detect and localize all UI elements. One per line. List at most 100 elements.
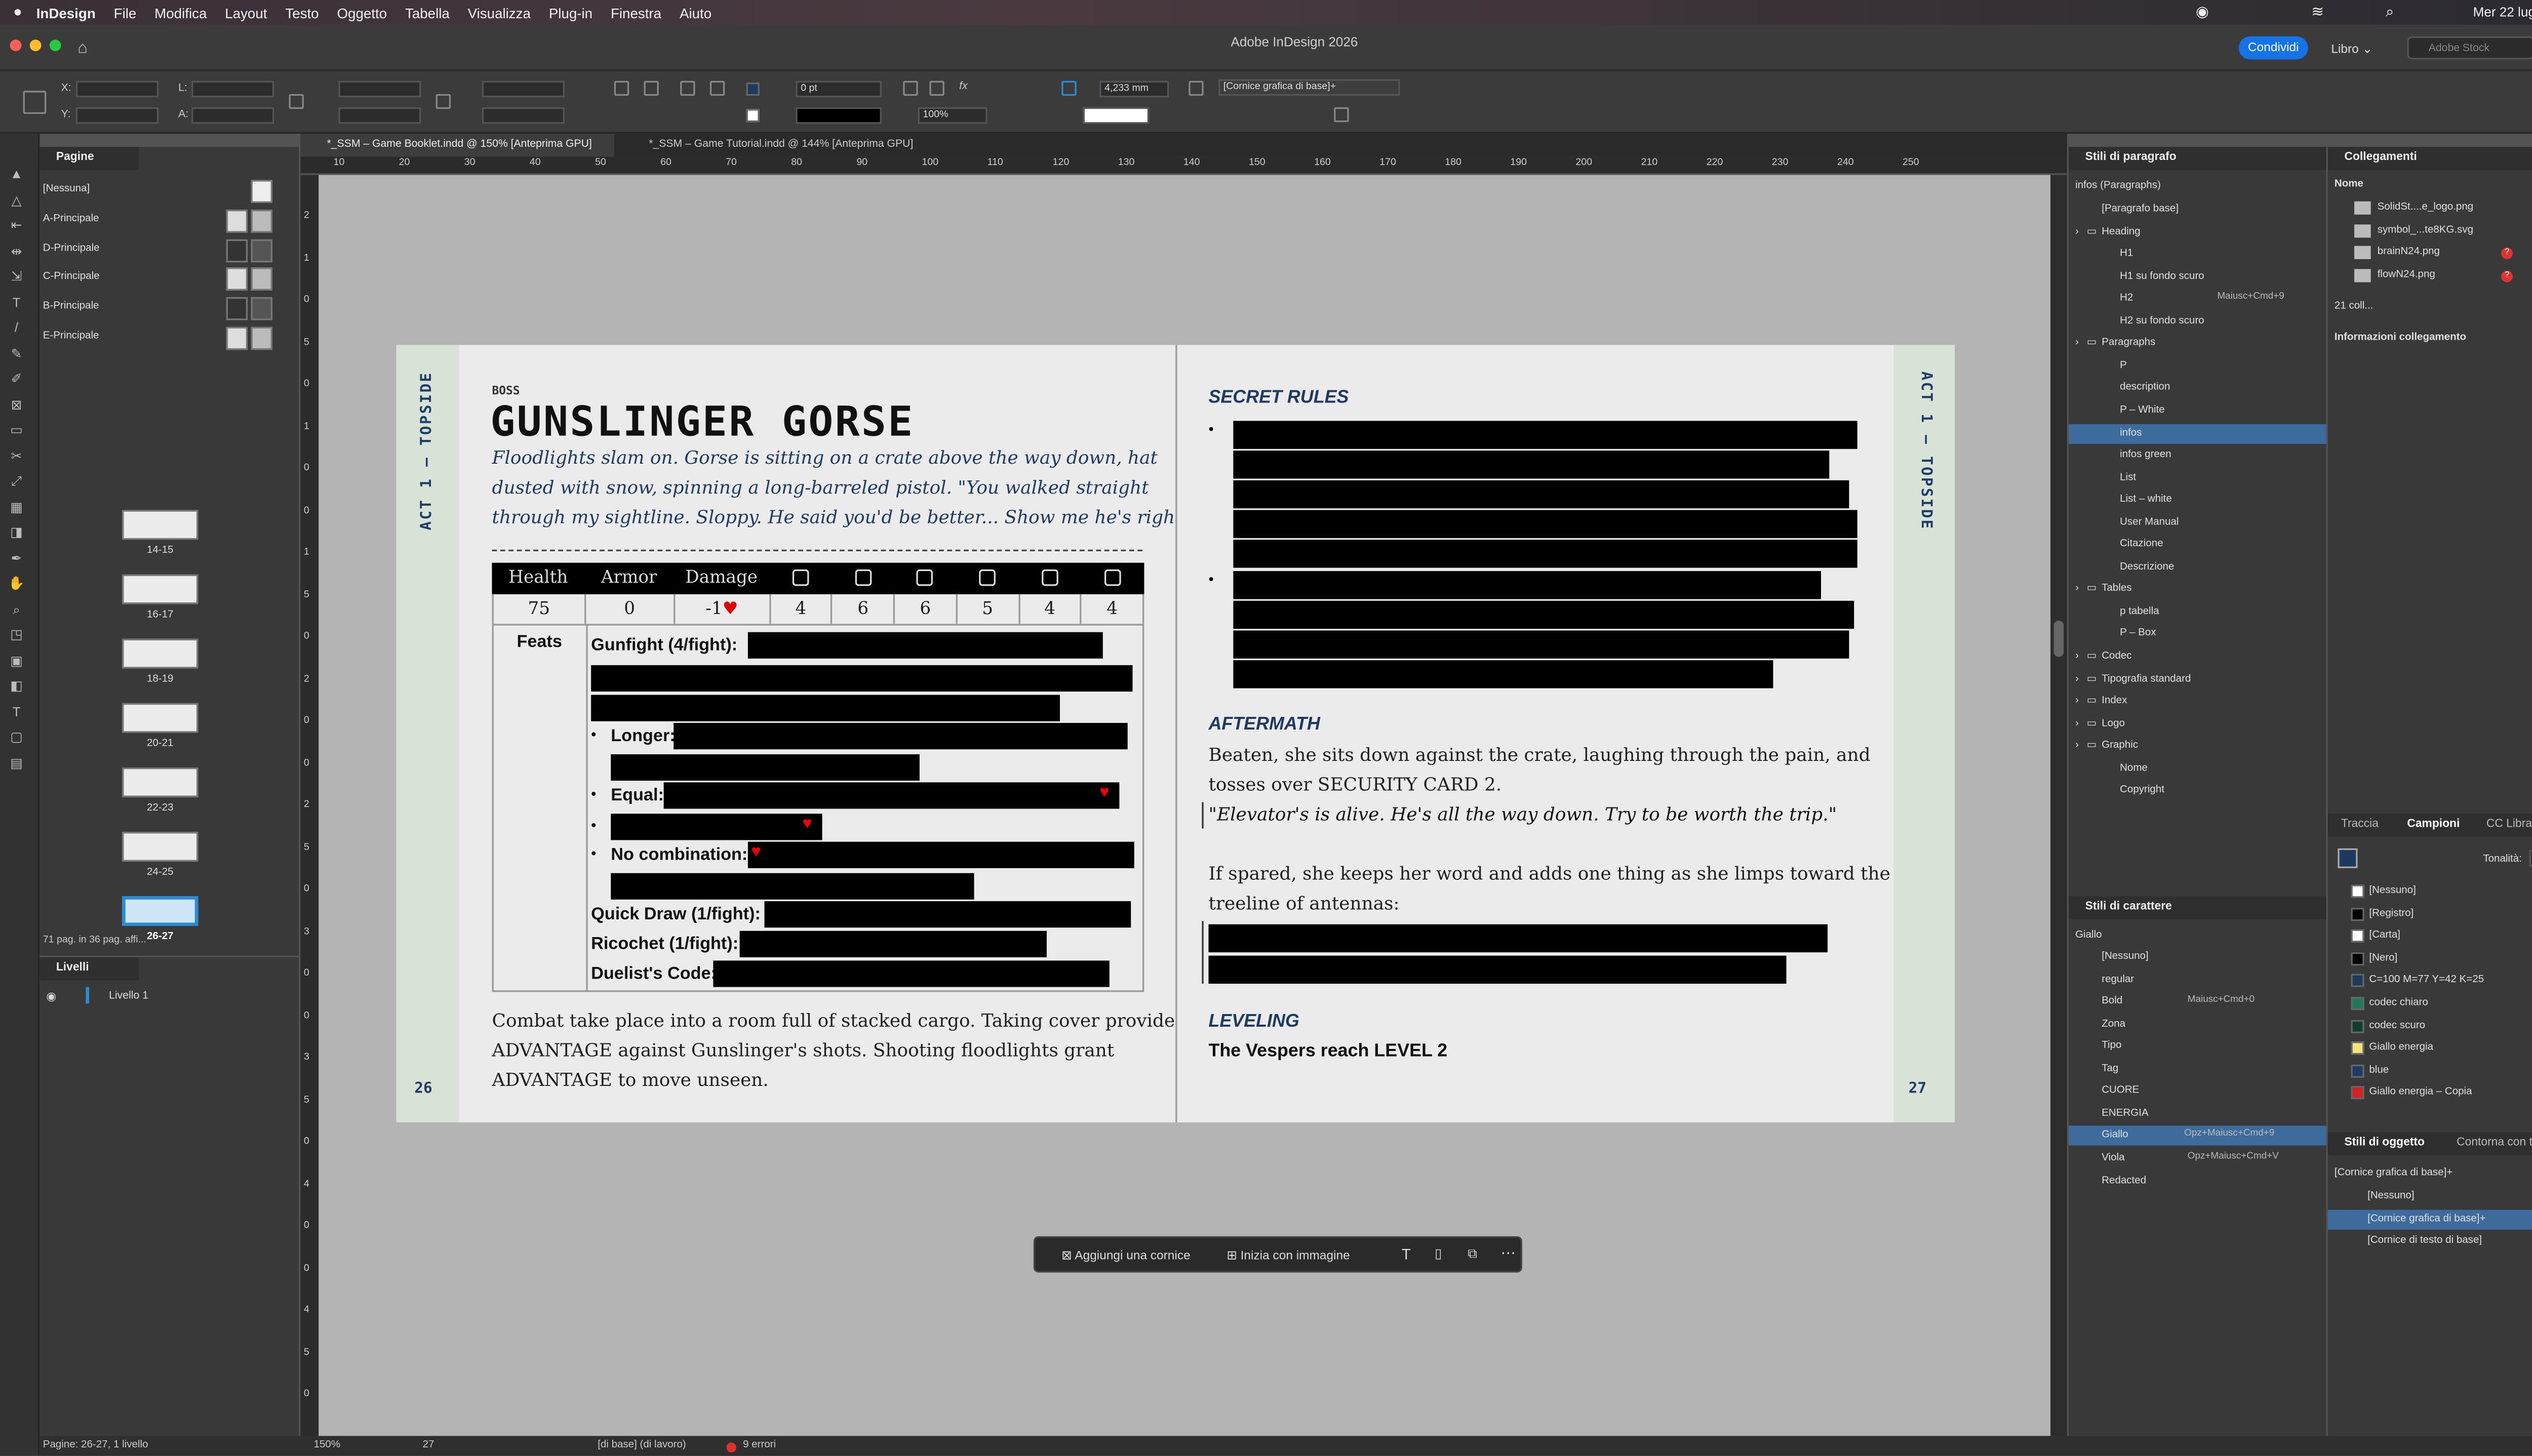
para-style-item[interactable]: User Manual <box>2120 516 2179 528</box>
para-style-item[interactable]: H1 su fondo scuro <box>2120 270 2204 282</box>
object-style-item[interactable]: [Cornice di testo di base] <box>2367 1235 2482 1246</box>
page-27[interactable]: ACT 1 — TOPSIDE 27 SECRET RULES • • AFTE… <box>1175 345 1955 1122</box>
text-icon[interactable]: T <box>1402 1246 1411 1263</box>
master-thumb[interactable] <box>226 209 248 233</box>
opacity-field[interactable]: 100% <box>918 107 987 124</box>
tool-0-icon[interactable]: ▲ <box>8 167 25 183</box>
page-label[interactable]: 18-19 <box>122 673 198 685</box>
swatch-item[interactable]: blue <box>2369 1064 2389 1076</box>
para-style-item[interactable]: Graphic <box>2102 740 2138 751</box>
link-name[interactable]: symbol_...te8KG.svg <box>2378 224 2473 235</box>
disclosure-icon[interactable]: › <box>2075 717 2079 729</box>
tool-20-icon[interactable]: ◧ <box>8 678 25 695</box>
tab-game-tutorial[interactable]: *_SSM – Game Tutorial.indd @ 144% [Antep… <box>622 134 936 157</box>
page-label[interactable]: 16-17 <box>122 609 198 621</box>
swatch-item[interactable]: [Carta] <box>2369 929 2400 941</box>
page-field[interactable]: 27 <box>423 1439 434 1451</box>
tool-17-icon[interactable]: ⌕ <box>8 601 25 618</box>
flip-v-icon[interactable] <box>709 80 725 96</box>
master-page[interactable]: B-Principale <box>43 301 99 312</box>
tool-18-icon[interactable]: ◳ <box>8 627 25 644</box>
wifi-icon[interactable]: ◉ <box>2196 4 2209 22</box>
scroll-thumb[interactable] <box>2053 620 2064 657</box>
page-thumbnail[interactable] <box>122 896 199 926</box>
para-style-item[interactable]: List – white <box>2120 494 2172 505</box>
page-thumbnail[interactable] <box>122 832 199 862</box>
height-field[interactable] <box>191 107 274 124</box>
missing-link-icon[interactable]: ? <box>2501 248 2513 259</box>
master-page[interactable]: [Nessuna] <box>43 183 90 195</box>
object-styles-tab[interactable]: Stili di oggetto <box>2344 1137 2424 1149</box>
menu-plugin[interactable]: Plug-in <box>549 4 592 21</box>
para-style-item[interactable]: Descrizione <box>2120 561 2174 573</box>
swatch-item[interactable]: [Nero] <box>2369 952 2397 963</box>
menu-app[interactable]: InDesign <box>36 4 96 21</box>
swatch-item[interactable]: codec scuro <box>2369 1019 2425 1031</box>
add-frame-button[interactable]: ⊠ Aggiungi una cornice <box>1061 1248 1190 1263</box>
tool-16-icon[interactable]: ✋ <box>8 576 25 593</box>
start-with-image-button[interactable]: ⊞ Inizia con immagine <box>1227 1248 1350 1263</box>
disclosure-icon[interactable]: › <box>2075 651 2079 662</box>
para-style-item[interactable]: H2 su fondo scuro <box>2120 315 2204 327</box>
page-icon[interactable]: ▯ <box>1435 1246 1442 1261</box>
page-thumbnail[interactable] <box>122 703 199 733</box>
menu-aiuto[interactable]: Aiuto <box>680 4 711 21</box>
link-info[interactable]: Informazioni collegamento <box>2335 332 2466 343</box>
tool-5-icon[interactable]: T <box>8 295 25 311</box>
tool-23-icon[interactable]: ▤ <box>8 755 25 772</box>
para-style-item[interactable]: Index <box>2102 695 2127 707</box>
menu-testo[interactable]: Testo <box>285 4 319 21</box>
links-tab[interactable]: Collegamenti <box>2327 147 2532 170</box>
para-style-item[interactable]: Copyright <box>2120 785 2164 796</box>
clear-overrides-icon[interactable] <box>1334 107 1349 123</box>
layer-name[interactable]: Livello 1 <box>109 990 148 1002</box>
control-center-icon[interactable]: ≋ <box>2311 4 2324 22</box>
tool-11-icon[interactable]: ✂ <box>8 448 25 465</box>
char-style-item[interactable]: [Nessuno] <box>2102 951 2148 962</box>
x-field[interactable] <box>75 80 159 98</box>
link-name[interactable]: flowN24.png <box>2378 268 2435 280</box>
master-page[interactable]: D-Principale <box>43 242 100 254</box>
swatch-item[interactable]: Giallo energia <box>2369 1042 2433 1054</box>
reference-point-icon[interactable] <box>23 91 47 114</box>
search-icon[interactable]: ⌕ <box>2386 4 2394 22</box>
stroke-swatch[interactable] <box>746 109 760 123</box>
tool-22-icon[interactable]: ▢ <box>8 730 25 746</box>
eye-icon[interactable]: ◉ <box>46 990 56 1003</box>
char-style-item[interactable]: Tipo <box>2102 1040 2121 1052</box>
disclosure-icon[interactable]: › <box>2075 225 2079 237</box>
para-style-item[interactable]: H2 <box>2120 293 2133 304</box>
para-style-item[interactable]: P – Box <box>2120 628 2156 639</box>
tab-game-booklet[interactable]: *_SSM – Game Booklet.indd @ 150% [Antepr… <box>300 134 614 157</box>
more-icon[interactable]: ⋯ <box>1501 1244 1516 1263</box>
cc-libraries-tab[interactable]: CC Librarie <box>2486 819 2532 830</box>
pages-tab[interactable]: Pagine <box>39 147 139 170</box>
rotate-cw-icon[interactable] <box>614 80 629 96</box>
tool-1-icon[interactable]: △ <box>8 192 25 209</box>
effects-icon[interactable]: fx <box>959 81 968 93</box>
tool-14-icon[interactable]: ◨ <box>8 525 25 542</box>
preflight-profile[interactable]: [di base] (di lavoro) <box>598 1439 686 1451</box>
tool-12-icon[interactable]: ⤢ <box>8 474 25 491</box>
master-thumb[interactable] <box>251 327 272 350</box>
vertical-scrollbar[interactable] <box>2050 175 2067 1436</box>
tool-9-icon[interactable]: ⊠ <box>8 397 25 414</box>
disclosure-icon[interactable]: › <box>2075 337 2079 349</box>
master-thumb[interactable] <box>251 297 272 321</box>
page-thumbnail[interactable] <box>122 510 199 540</box>
char-style-item[interactable]: Redacted <box>2102 1175 2146 1186</box>
menu-layout[interactable]: Layout <box>225 4 267 21</box>
tool-21-icon[interactable]: T <box>8 704 25 720</box>
preflight-errors[interactable]: 9 errori <box>743 1439 776 1451</box>
constrain-proportions-icon[interactable] <box>289 94 304 109</box>
vertical-ruler[interactable]: 21050100150200250300350400450 <box>300 175 319 1436</box>
menu-tabella[interactable]: Tabella <box>405 4 450 21</box>
arrange-icon[interactable]: ⧉ <box>1468 1246 1477 1263</box>
master-thumb[interactable] <box>251 238 272 262</box>
link-name[interactable]: brainN24.png <box>2378 246 2440 258</box>
char-style-item[interactable]: Zona <box>2102 1018 2125 1029</box>
page-label[interactable]: 22-23 <box>122 802 198 814</box>
page-thumbnail[interactable] <box>122 574 199 604</box>
char-style-item[interactable]: Giallo <box>2102 1129 2128 1141</box>
workspace-menu[interactable]: Libro ⌄ <box>2331 42 2372 56</box>
